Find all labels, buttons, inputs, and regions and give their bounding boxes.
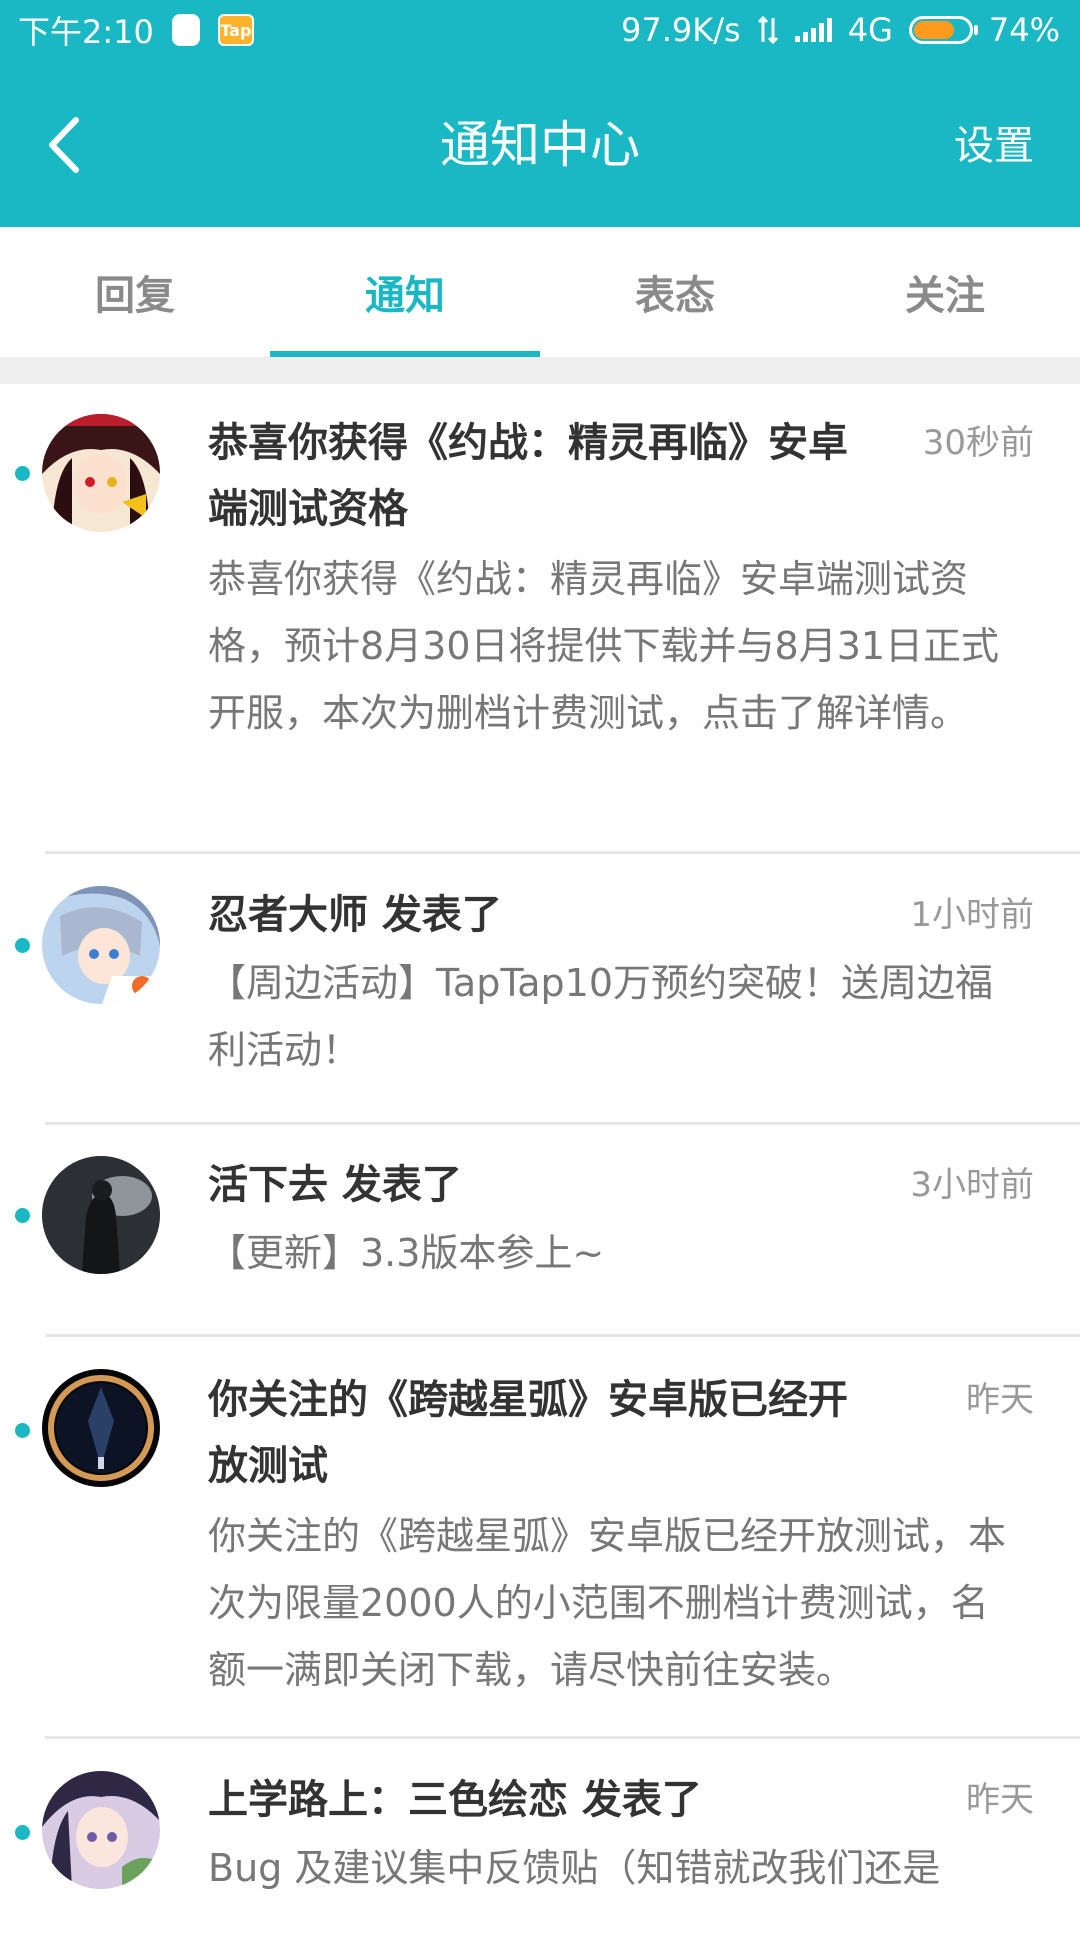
notification-item[interactable]: 上学路上：三色绘恋 发表了 昨天 Bug 及建议集中反馈贴（知错就改我们还是 bbox=[0, 1739, 1080, 1939]
notification-item[interactable]: 活下去 发表了 3小时前 【更新】3.3版本参上~ bbox=[0, 1124, 1080, 1337]
notification-time: 30秒前 bbox=[922, 423, 1034, 463]
notification-title: 你关注的《跨越星弧》安卓版已经开放测试 bbox=[208, 1377, 848, 1489]
top-bar: 下午2:10 Tap 97.9K/s 4G 74% 通知中心 设置 bbox=[0, 0, 1080, 227]
notification-time: 昨天 bbox=[966, 1380, 1034, 1420]
notification-item[interactable]: 忍者大师 发表了 1小时前 【周边活动】TapTap10万预约突破！送周边福利活… bbox=[0, 854, 1080, 1125]
notification-title: 活下去 发表了 bbox=[208, 1162, 462, 1208]
tab-bar: 回复 通知 表态 关注 bbox=[0, 227, 1080, 357]
notification-time: 3小时前 bbox=[910, 1165, 1034, 1205]
notification-time: 1小时前 bbox=[910, 895, 1034, 935]
avatar[interactable] bbox=[42, 414, 160, 532]
notification-body: Bug 及建议集中反馈贴（知错就改我们还是 bbox=[208, 1846, 941, 1890]
notification-item[interactable]: 恭喜你获得《约战：精灵再临》安卓端测试资格 30秒前 恭喜你获得《约战：精灵再临… bbox=[0, 384, 1080, 854]
unread-dot bbox=[15, 1423, 30, 1438]
notification-title: 上学路上：三色绘恋 发表了 bbox=[208, 1777, 702, 1823]
signal-icon bbox=[794, 18, 832, 42]
data-transfer-icon bbox=[757, 16, 778, 44]
settings-button[interactable]: 设置 bbox=[954, 116, 1034, 176]
battery-icon bbox=[908, 16, 978, 44]
unread-dot bbox=[15, 1208, 30, 1223]
notification-list: 恭喜你获得《约战：精灵再临》安卓端测试资格 30秒前 恭喜你获得《约战：精灵再临… bbox=[0, 384, 1080, 1939]
avatar[interactable] bbox=[42, 1771, 160, 1889]
page-title: 通知中心 bbox=[440, 116, 640, 174]
unread-dot bbox=[15, 466, 30, 481]
status-bar: 下午2:10 Tap 97.9K/s 4G 74% bbox=[0, 0, 1080, 66]
app-header: 通知中心 设置 bbox=[0, 66, 1080, 227]
notification-time: 昨天 bbox=[966, 1780, 1034, 1820]
tab-label: 表态 bbox=[635, 273, 715, 319]
tab-label: 通知 bbox=[365, 273, 445, 319]
tab-notifications[interactable]: 通知 bbox=[270, 227, 540, 357]
avatar[interactable] bbox=[42, 886, 160, 1004]
tab-replies[interactable]: 回复 bbox=[0, 227, 270, 357]
network-speed: 97.9K/s bbox=[621, 11, 741, 49]
avatar[interactable] bbox=[42, 1369, 160, 1487]
tab-label: 关注 bbox=[905, 273, 985, 319]
avatar[interactable] bbox=[42, 1156, 160, 1274]
status-time: 下午2:10 bbox=[18, 13, 154, 51]
tab-following[interactable]: 关注 bbox=[810, 227, 1080, 357]
qq-notification-icon bbox=[171, 14, 200, 46]
network-type: 4G bbox=[847, 11, 893, 49]
unread-dot bbox=[15, 938, 30, 953]
tab-label: 回复 bbox=[95, 273, 175, 319]
taptap-icon: Tap bbox=[217, 14, 254, 46]
notification-title: 恭喜你获得《约战：精灵再临》安卓端测试资格 bbox=[208, 420, 848, 532]
notification-title: 忍者大师 发表了 bbox=[208, 892, 502, 938]
section-separator bbox=[0, 357, 1080, 384]
notification-item[interactable]: 你关注的《跨越星弧》安卓版已经开放测试 昨天 你关注的《跨越星弧》安卓版已经开放… bbox=[0, 1337, 1080, 1739]
unread-dot bbox=[15, 1825, 30, 1840]
battery-percent: 74% bbox=[988, 11, 1060, 49]
notification-body: 恭喜你获得《约战：精灵再临》安卓端测试资格，预计8月30日将提供下载并与8月31… bbox=[208, 557, 1000, 735]
notification-body: 【周边活动】TapTap10万预约突破！送周边福利活动！ bbox=[208, 961, 994, 1072]
notification-body: 你关注的《跨越星弧》安卓版已经开放测试，本次为限量2000人的小范围不删档计费测… bbox=[208, 1514, 1007, 1692]
notification-body: 【更新】3.3版本参上~ bbox=[208, 1231, 605, 1275]
tab-reactions[interactable]: 表态 bbox=[540, 227, 810, 357]
